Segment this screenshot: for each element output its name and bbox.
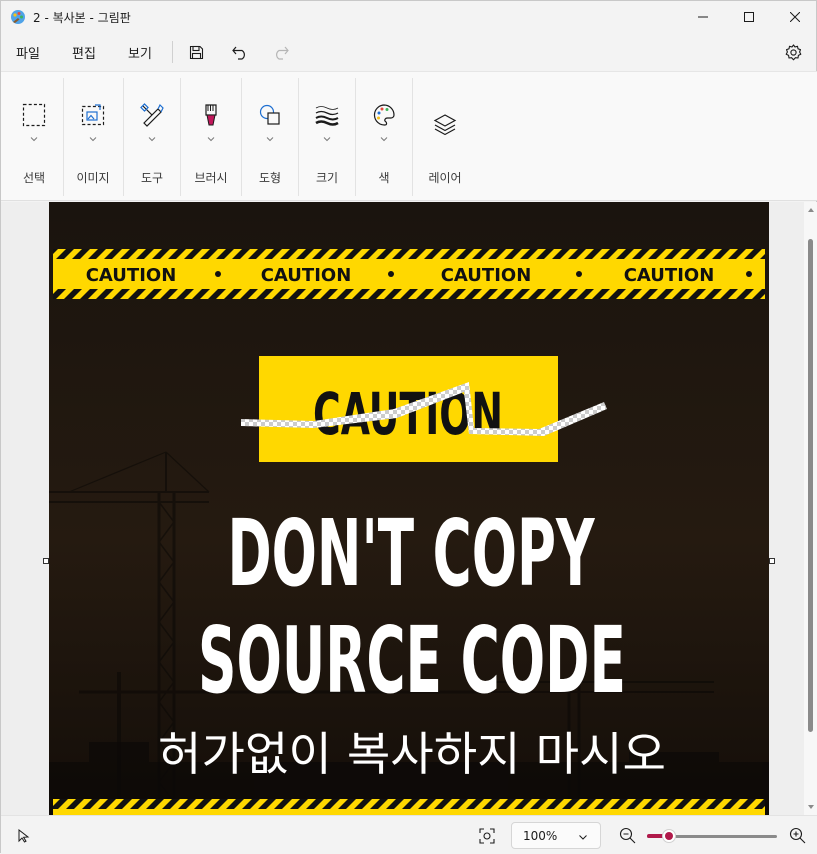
ribbon-label-shapes: 도형 (258, 171, 282, 185)
minimize-icon (698, 16, 708, 18)
image-icon (80, 102, 106, 128)
caution-tape-top: CAUTION CAUTION CAUTION CAUTION (53, 249, 765, 299)
chevron-down-icon (30, 137, 38, 142)
caution-tape-bottom (53, 799, 765, 815)
save-icon (189, 45, 203, 59)
resize-handle-right[interactable] (769, 558, 775, 564)
zoom-slider-thumb[interactable] (662, 829, 676, 843)
ribbon-group-color[interactable]: 색 (356, 72, 412, 200)
ribbon-label-brush: 브러시 (194, 171, 228, 185)
window-title: 2 - 복사본 - 그림판 (33, 11, 131, 25)
ribbon-label-color: 색 (378, 171, 390, 185)
zoom-value: 100% (523, 829, 558, 843)
ribbon-label-select: 선택 (22, 171, 46, 185)
settings-icon (785, 43, 801, 60)
fit-to-window-icon[interactable] (479, 828, 495, 844)
size-icon (314, 102, 340, 128)
zoom-out-icon[interactable] (619, 827, 636, 844)
tape-label: CAUTION (86, 265, 177, 286)
ribbon-toolbar: 선택 이미지 도구 브러시 도형 크기 색 레이어 (1, 71, 817, 201)
status-bar: 100% (1, 815, 817, 854)
resize-handle-left[interactable] (43, 558, 49, 564)
pointer-icon (18, 829, 30, 843)
layers-icon (432, 112, 458, 138)
caution-poster: CAUTION CAUTION CAUTION CAUTION CAUTION (49, 202, 769, 815)
chevron-down-icon (266, 137, 274, 142)
ribbon-label-layers: 레이어 (428, 171, 462, 185)
canvas-image[interactable]: CAUTION CAUTION CAUTION CAUTION CAUTION (49, 202, 769, 815)
caution-sign: CAUTION (241, 356, 607, 462)
ribbon-group-size[interactable]: 크기 (299, 72, 355, 200)
chevron-down-icon (89, 137, 97, 142)
headline-line-2: SOURCE CODE (198, 607, 626, 714)
tape-label: CAUTION (441, 265, 532, 286)
brush-icon (198, 102, 224, 128)
paint-window: 2 - 복사본 - 그림판 파일 편집 보기 선택 이미지 도구 브러시 도형 … (0, 0, 817, 854)
minimize-button[interactable] (680, 1, 726, 33)
chevron-down-icon (380, 137, 388, 142)
tape-dot (388, 271, 394, 277)
headline-line-1: DON'T COPY (228, 500, 596, 607)
maximize-button[interactable] (726, 1, 772, 33)
ribbon-group-select[interactable]: 선택 (1, 72, 63, 200)
tape-dot (576, 271, 582, 277)
save-button[interactable] (185, 41, 207, 63)
menu-view[interactable]: 보기 (128, 43, 152, 62)
zoom-in-icon[interactable] (789, 827, 806, 844)
ribbon-group-tools[interactable]: 도구 (124, 72, 180, 200)
chevron-down-icon (323, 137, 331, 142)
ribbon-group-image[interactable]: 이미지 (64, 72, 123, 200)
scroll-down-icon[interactable] (806, 802, 816, 812)
menu-edit[interactable]: 편집 (72, 43, 96, 62)
chevron-down-icon (207, 137, 215, 142)
tape-label: CAUTION (261, 265, 352, 286)
ribbon-group-shapes[interactable]: 도형 (242, 72, 298, 200)
menu-bar: 파일 편집 보기 (1, 33, 817, 71)
shapes-icon (257, 102, 283, 128)
ribbon-group-brush[interactable]: 브러시 (181, 72, 241, 200)
palette-icon (371, 102, 397, 128)
scroll-up-icon[interactable] (806, 205, 816, 215)
close-icon (790, 12, 800, 22)
title-bar: 2 - 복사본 - 그림판 (1, 1, 817, 33)
paint-app-icon (11, 10, 25, 24)
tape-label: CAUTION (624, 265, 715, 286)
sign-caution-text: CAUTION (313, 380, 503, 448)
scrollbar-thumb[interactable] (808, 239, 813, 732)
chevron-down-icon (579, 835, 587, 840)
undo-icon (231, 46, 245, 60)
menu-file[interactable]: 파일 (16, 43, 40, 62)
zoom-select[interactable]: 100% (511, 822, 601, 849)
maximize-icon (744, 12, 754, 22)
ribbon-group-layers[interactable]: 레이어 (413, 72, 477, 200)
menu-separator (172, 41, 173, 63)
selection-icon (21, 102, 47, 128)
tape-dot (746, 271, 752, 277)
ribbon-label-tools: 도구 (140, 171, 164, 185)
chevron-down-icon (148, 137, 156, 142)
redo-icon (275, 46, 289, 60)
ribbon-label-size: 크기 (315, 171, 339, 185)
tools-icon (139, 102, 165, 128)
undo-button[interactable] (229, 41, 251, 63)
settings-button[interactable] (782, 41, 804, 63)
close-button[interactable] (772, 1, 817, 33)
korean-warning: 허가없이 복사하지 마시오 (158, 727, 666, 781)
redo-button[interactable] (269, 41, 291, 63)
ribbon-label-image: 이미지 (76, 171, 110, 185)
tape-dot (215, 271, 221, 277)
canvas-area[interactable]: CAUTION CAUTION CAUTION CAUTION CAUTION (1, 202, 817, 815)
